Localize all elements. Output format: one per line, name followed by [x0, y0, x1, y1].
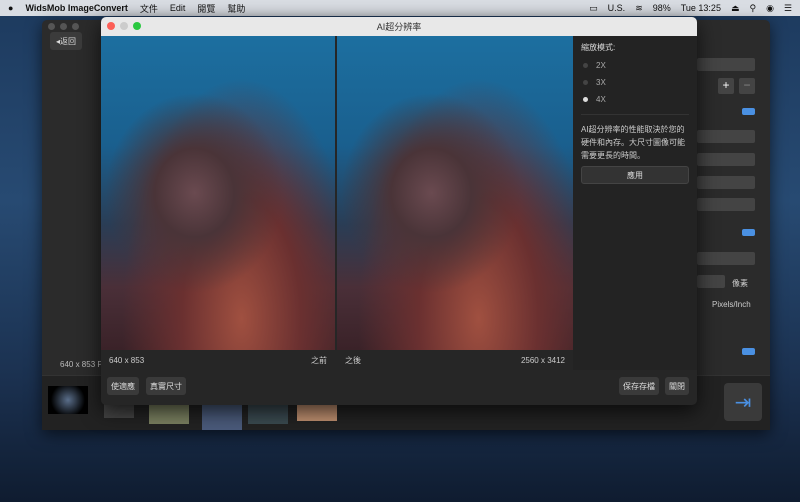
wifi-icon[interactable]: ≋	[635, 3, 643, 14]
app-menu[interactable]: WidsMob ImageConvert	[25, 3, 127, 13]
performance-note: AI超分辨率的性能取決於您的硬件和內存。大尺寸圖像可能需要更長的時間。	[581, 114, 689, 162]
airplay-icon[interactable]: ▭	[589, 3, 598, 14]
before-label: 之前	[311, 355, 327, 365]
minimize-button[interactable]	[120, 22, 128, 30]
toggle[interactable]	[742, 108, 755, 115]
export-icon: ⇥	[734, 391, 752, 414]
add-button[interactable]: +	[718, 78, 734, 94]
unit-pixels: 像素	[732, 279, 748, 288]
clock[interactable]: Tue 13:25	[681, 3, 721, 13]
menu-help[interactable]: 幫助	[227, 2, 245, 15]
field[interactable]	[697, 130, 755, 143]
close-window-button[interactable]	[107, 22, 115, 30]
after-image	[337, 36, 573, 350]
save-button[interactable]: 保存存檔	[619, 377, 659, 395]
unit-ppi: Pixels/Inch	[712, 300, 751, 309]
radio-icon	[583, 63, 588, 68]
close-button[interactable]: 關閉	[665, 377, 689, 395]
before-info: 640 x 853 之前	[101, 350, 335, 370]
back-label: 返回	[60, 36, 76, 46]
apply-button[interactable]: 應用	[581, 166, 689, 184]
radio-icon	[583, 80, 588, 85]
menu-file[interactable]: 文件	[140, 2, 158, 15]
select[interactable]	[697, 252, 755, 265]
input-source[interactable]: U.S.	[608, 3, 626, 13]
after-size: 2560 x 3412	[520, 355, 565, 365]
option-3x[interactable]: 3X	[583, 78, 689, 87]
spotlight-icon[interactable]: ⚲	[749, 3, 756, 14]
select[interactable]	[697, 198, 755, 211]
menu-bar: ● WidsMob ImageConvert 文件 Edit 閱覽 幫助 ▭ U…	[0, 0, 800, 16]
menu-edit[interactable]: Edit	[170, 3, 186, 13]
after-label: 之後	[345, 355, 361, 365]
eject-icon[interactable]: ⏏	[731, 3, 740, 14]
actual-size-button[interactable]: 真實尺寸	[146, 377, 186, 395]
radio-icon	[583, 97, 588, 102]
siri-icon[interactable]: ◉	[766, 3, 774, 14]
field[interactable]	[697, 176, 755, 189]
export-button[interactable]: ⇥	[724, 383, 762, 421]
super-resolution-dialog: AI超分辨率 640 x 853 之前 之後 2560 x 3412 縮放模式: 2…	[101, 17, 697, 405]
option-4x[interactable]: 4X	[583, 95, 689, 104]
field[interactable]	[697, 153, 755, 166]
option-2x[interactable]: 2X	[583, 61, 689, 70]
window-controls[interactable]	[48, 23, 79, 30]
toggle[interactable]	[742, 229, 755, 236]
after-info: 之後 2560 x 3412	[337, 350, 573, 370]
zoom-button[interactable]	[133, 22, 141, 30]
notification-center-icon[interactable]: ☰	[784, 3, 792, 14]
dialog-title: AI超分辨率	[376, 22, 422, 32]
option-label: 4X	[596, 95, 606, 104]
remove-button[interactable]: −	[739, 78, 755, 94]
before-size: 640 x 853	[109, 355, 145, 365]
back-button[interactable]: ◂ 返回	[50, 32, 82, 50]
scale-mode-label: 縮放模式:	[581, 43, 616, 52]
settings-panel: 縮放模式: 2X 3X 4X AI超分辨率的性能取決於您的硬件和內存。大尺寸圖像…	[573, 36, 697, 370]
battery-percent[interactable]: 98%	[653, 3, 671, 13]
dialog-titlebar: AI超分辨率	[101, 17, 697, 36]
menu-view[interactable]: 閱覽	[197, 2, 215, 15]
dropdown[interactable]	[697, 58, 755, 71]
option-label: 2X	[596, 61, 606, 70]
pixel-input[interactable]	[697, 275, 725, 288]
before-image	[101, 36, 335, 350]
thumbnail[interactable]	[48, 386, 88, 414]
option-label: 3X	[596, 78, 606, 87]
fit-button[interactable]: 使適應	[107, 377, 139, 395]
apple-icon[interactable]: ●	[8, 3, 13, 13]
toggle[interactable]	[742, 348, 755, 355]
